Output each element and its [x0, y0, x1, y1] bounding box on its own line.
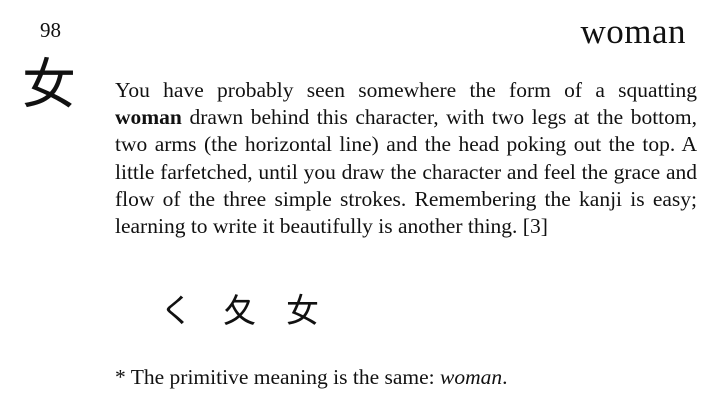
story-keyword-bold: woman [115, 105, 182, 130]
primitive-note-prefix: * The primitive meaning is the same: [115, 365, 441, 389]
primitive-meaning-note: * The primitive meaning is the same: wom… [115, 364, 508, 391]
stroke-order-sequence: く 夂 女 [160, 294, 319, 327]
stroke-step-1: く [160, 291, 193, 330]
kanji-character: 女 [22, 53, 76, 116]
story-text-before: You have probably seen somewhere the for… [115, 78, 697, 102]
primitive-note-suffix: . [502, 365, 508, 389]
frame-number: 98 [40, 18, 61, 42]
stroke-step-2: 夂 [223, 291, 256, 330]
primitive-note-word: woman [440, 365, 503, 389]
stroke-step-3: 女 [286, 291, 319, 330]
keyword-title: woman [580, 12, 686, 51]
story-paragraph: You have probably seen somewhere the for… [115, 77, 697, 240]
story-text-after: drawn behind this character, with two le… [115, 105, 697, 239]
